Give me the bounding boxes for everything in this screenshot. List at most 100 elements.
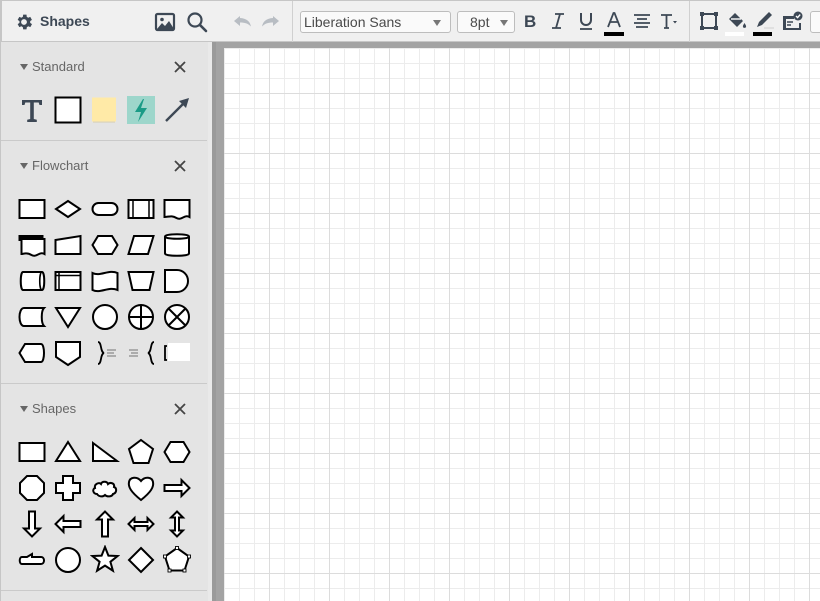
shape-diamond[interactable] [126, 545, 156, 575]
line-color-button[interactable] [753, 10, 776, 36]
shape-predefined-process[interactable] [126, 194, 156, 224]
shape-multiple-documents[interactable] [17, 230, 47, 260]
shape-stored-data[interactable] [17, 302, 47, 332]
image-icon[interactable] [154, 11, 176, 33]
shape-delay[interactable] [162, 266, 192, 296]
shape-arrow-up-down[interactable] [162, 509, 192, 539]
italic-button[interactable] [547, 10, 569, 32]
chevron-down-icon [433, 20, 441, 26]
shape-text[interactable] [17, 95, 47, 125]
section-title: Shapes [32, 401, 77, 416]
sidebar-resize-handle[interactable] [208, 42, 216, 601]
font-size-value: 8pt [470, 14, 490, 30]
close-icon[interactable] [172, 401, 188, 417]
shape-star[interactable] [90, 545, 120, 575]
underline-button[interactable] [575, 10, 597, 32]
shape-pentagon[interactable] [126, 437, 156, 467]
close-icon[interactable] [172, 59, 188, 75]
shape-rectangle[interactable] [17, 437, 47, 467]
line-color-swatch [753, 32, 772, 36]
chevron-down-icon [500, 20, 508, 26]
shape-internal-storage[interactable] [53, 266, 83, 296]
section-divider [1, 140, 207, 141]
text-color-swatch [604, 32, 624, 36]
shape-annotation-bracket[interactable] [162, 338, 192, 368]
shape-manual-operation[interactable] [126, 266, 156, 296]
shape-process[interactable] [17, 194, 47, 224]
text-align-button[interactable] [631, 10, 653, 32]
shape-annotation-left-brace[interactable] [126, 338, 156, 368]
section-divider [1, 590, 207, 591]
shape-direct-access-storage[interactable] [17, 266, 47, 296]
sidebar-header: Shapes [1, 0, 218, 42]
shape-border-button[interactable] [698, 10, 720, 32]
sidebar-title: Shapes [40, 13, 90, 29]
shape-hotspot[interactable] [126, 95, 156, 125]
shape-circle[interactable] [53, 545, 83, 575]
shape-note[interactable] [90, 95, 120, 125]
formatting-toolbar: Liberation Sans 8pt B [217, 0, 820, 42]
shape-arrow-left-right[interactable] [126, 509, 156, 539]
svg-text:B: B [524, 12, 536, 31]
shape-connector[interactable] [90, 302, 120, 332]
section-header-flowchart[interactable]: Flowchart [1, 153, 207, 183]
shape-off-page-link[interactable] [53, 338, 83, 368]
shape-heart[interactable] [126, 473, 156, 503]
shape-right-triangle[interactable] [90, 437, 120, 467]
collapse-triangle-icon[interactable] [20, 163, 28, 169]
shape-manual-input[interactable] [53, 230, 83, 260]
fill-color-button[interactable] [725, 10, 748, 36]
section-header-shapes[interactable]: Shapes [1, 396, 207, 426]
shape-octagon[interactable] [17, 473, 47, 503]
collapse-triangle-icon[interactable] [20, 406, 28, 412]
shape-cross[interactable] [53, 473, 83, 503]
close-icon[interactable] [172, 158, 188, 174]
shape-merge[interactable] [53, 302, 83, 332]
toolbar-overflow-field[interactable] [810, 11, 820, 33]
font-family-value: Liberation Sans [304, 14, 402, 30]
shape-rectangle[interactable] [53, 95, 83, 125]
section-header-standard[interactable]: Standard [1, 54, 207, 84]
style-options-button[interactable] [781, 10, 803, 32]
drawing-canvas[interactable] [224, 48, 820, 601]
sidebar-panel: Standard Flowchart Shapes [1, 42, 209, 601]
shape-or[interactable] [126, 302, 156, 332]
section-shapes: Shapes [1, 396, 207, 592]
shape-triangle[interactable] [53, 437, 83, 467]
shape-hexagon[interactable] [162, 437, 192, 467]
canvas-area [216, 42, 820, 601]
shape-arrow-down[interactable] [17, 509, 47, 539]
shape-display[interactable] [17, 338, 47, 368]
shape-arrow-line[interactable] [162, 95, 192, 125]
section-flowchart: Flowchart [1, 153, 207, 385]
shape-terminator[interactable] [90, 194, 120, 224]
font-size-select[interactable]: 8pt [457, 11, 515, 33]
undo-icon[interactable] [232, 10, 254, 32]
bold-button[interactable]: B [519, 10, 541, 32]
shape-decision[interactable] [53, 194, 83, 224]
gear-icon[interactable] [14, 12, 34, 32]
shape-preparation[interactable] [90, 230, 120, 260]
redo-icon[interactable] [259, 10, 281, 32]
shape-annotation-right-brace[interactable] [90, 338, 120, 368]
section-title: Flowchart [32, 158, 89, 173]
shape-paper-tape[interactable] [90, 266, 120, 296]
shape-data[interactable] [126, 230, 156, 260]
shape-polygon[interactable] [162, 545, 192, 575]
font-family-select[interactable]: Liberation Sans [300, 11, 451, 33]
shape-arrow-up[interactable] [90, 509, 120, 539]
shapes-sidebar: Shapes Standard Flowchart Shapes [0, 0, 218, 601]
text-options-button[interactable] [658, 10, 680, 32]
shape-database[interactable] [162, 230, 192, 260]
shape-callout[interactable] [17, 545, 47, 575]
section-divider [1, 383, 207, 384]
text-color-button[interactable] [603, 10, 625, 36]
shape-arrow-right[interactable] [162, 473, 192, 503]
shape-cloud[interactable] [90, 473, 120, 503]
toolbar-separator [292, 1, 293, 42]
shape-document[interactable] [162, 194, 192, 224]
collapse-triangle-icon[interactable] [20, 64, 28, 70]
shape-summing-junction[interactable] [162, 302, 192, 332]
search-icon[interactable] [185, 10, 209, 34]
shape-arrow-left[interactable] [53, 509, 83, 539]
